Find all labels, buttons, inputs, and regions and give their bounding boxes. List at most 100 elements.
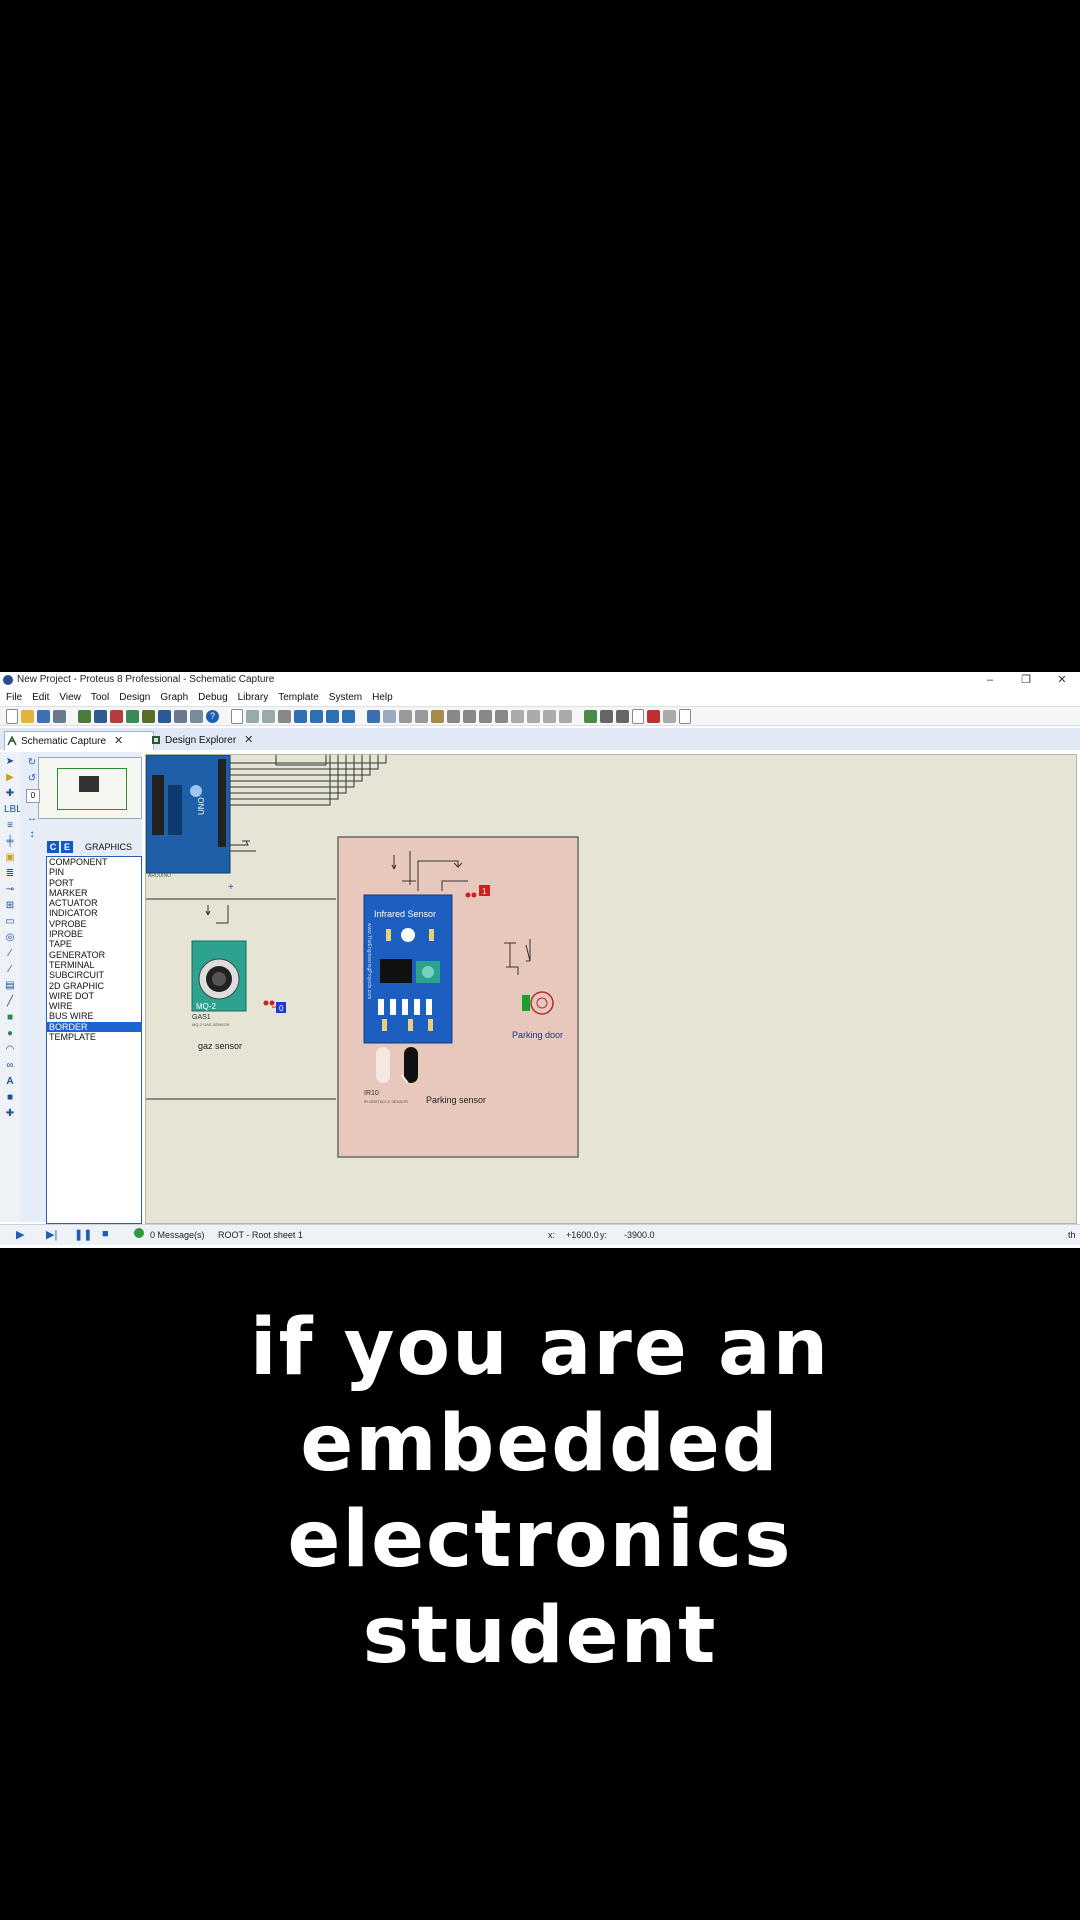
cut-icon[interactable] (399, 709, 412, 723)
menu-template[interactable]: Template (272, 692, 323, 703)
mirror-horizontal-icon[interactable]: ↔ (26, 813, 38, 825)
tab-design-explorer[interactable]: Design Explorer ✕ (149, 731, 275, 749)
property-tool-icon[interactable] (616, 709, 629, 723)
remove-sheet-icon[interactable] (647, 709, 660, 723)
notes-icon[interactable] (174, 709, 187, 723)
logic-probe-0[interactable]: 0 (263, 1000, 287, 1014)
maximize-button[interactable]: ❐ (1008, 672, 1044, 689)
path-icon[interactable]: ∞ (4, 1060, 16, 1072)
pick-device-icon[interactable] (511, 709, 524, 723)
pcb-icon[interactable] (110, 709, 123, 723)
rotate-ccw-icon[interactable]: ↺ (26, 773, 38, 785)
paste-icon[interactable] (431, 709, 444, 723)
make-device-icon[interactable] (527, 709, 540, 723)
rotation-angle-field[interactable]: 0 (26, 789, 40, 803)
terminals-icon[interactable]: ≣ (4, 868, 16, 880)
decompose-icon[interactable] (559, 709, 572, 723)
generator-icon[interactable]: ◎ (4, 932, 16, 944)
virtual-instruments-icon[interactable]: ▤ (4, 980, 16, 992)
menu-library[interactable]: Library (232, 692, 273, 703)
bom-icon[interactable] (158, 709, 171, 723)
stop-icon[interactable]: ■ (102, 1228, 109, 1240)
component-mode-icon[interactable]: ▶ (4, 772, 16, 784)
open-folder-icon[interactable] (21, 709, 34, 723)
pan-icon[interactable] (278, 709, 291, 723)
rotate-cw-icon[interactable]: ↻ (26, 757, 38, 769)
save-all-icon[interactable] (53, 709, 66, 723)
menu-edit[interactable]: Edit (26, 692, 53, 703)
list-item[interactable]: TEMPLATE (47, 1032, 141, 1042)
list-item[interactable]: BUS WIRE (47, 1011, 141, 1021)
menu-system[interactable]: System (323, 692, 366, 703)
close-tab-icon[interactable]: ✕ (244, 734, 253, 746)
list-item[interactable]: VPROBE (47, 919, 141, 929)
menu-debug[interactable]: Debug (192, 692, 231, 703)
packaging-icon[interactable] (543, 709, 556, 723)
close-button[interactable]: ✕ (1044, 672, 1080, 689)
gas-sensor-module[interactable]: MQ-2 GAS1 MQ-2 GAS SENSOR gaz sensor (191, 905, 247, 1051)
bus-icon[interactable]: ╪ (4, 836, 16, 848)
device-pins-icon[interactable]: ⊸ (4, 884, 16, 896)
menu-graph[interactable]: Graph (154, 692, 192, 703)
new-sheet-icon[interactable] (632, 708, 644, 724)
text-icon[interactable]: A (4, 1076, 16, 1088)
menu-design[interactable]: Design (113, 692, 154, 703)
junction-dot-icon[interactable]: ✚ (4, 788, 16, 800)
list-item[interactable]: MARKER (47, 888, 141, 898)
redo-icon[interactable] (383, 709, 396, 723)
list-item[interactable]: GENERATOR (47, 950, 141, 960)
arduino-board[interactable]: UNO ARDUINO (146, 755, 231, 879)
symbol-icon[interactable]: ■ (4, 1092, 16, 1104)
block-copy-icon[interactable] (447, 709, 460, 723)
save-icon[interactable] (37, 709, 50, 723)
list-item[interactable]: INDICATOR (47, 908, 141, 918)
wire-autorouter-icon[interactable] (584, 709, 597, 723)
block-delete-icon[interactable] (495, 709, 508, 723)
overview-window[interactable] (38, 757, 142, 819)
menu-help[interactable]: Help (366, 692, 397, 703)
list-item[interactable]: SUBCIRCUIT (47, 970, 141, 980)
close-tab-icon[interactable]: ✕ (114, 735, 123, 747)
schematic-canvas[interactable]: UNO ARDUINO + MQ-2 GAS1 MQ-2 GAS SENSOR … (145, 754, 1077, 1224)
zoom-all-icon[interactable] (326, 709, 339, 723)
list-item[interactable]: 2D GRAPHIC (47, 981, 141, 991)
menu-tool[interactable]: Tool (85, 692, 113, 703)
current-probe-icon[interactable]: ⁄ (4, 964, 16, 976)
grid-icon[interactable] (246, 709, 259, 723)
list-item[interactable]: IPROBE (47, 929, 141, 939)
arc-icon[interactable]: ◠ (4, 1044, 16, 1056)
play-icon[interactable]: ▶ (16, 1228, 24, 1241)
schematic-icon[interactable] (94, 709, 107, 723)
source-icon[interactable] (190, 709, 203, 723)
wire-label-icon[interactable]: LBL (4, 804, 22, 816)
list-item[interactable]: PIN (47, 867, 141, 877)
box-icon[interactable]: ■ (4, 1012, 16, 1024)
list-item[interactable]: TERMINAL (47, 960, 141, 970)
list-item[interactable]: WIRE (47, 1001, 141, 1011)
origin-icon[interactable] (262, 709, 275, 723)
list-item[interactable]: TAPE (47, 939, 141, 949)
minimize-button[interactable]: – (972, 672, 1008, 689)
list-item[interactable]: PORT (47, 878, 141, 888)
3d-icon[interactable] (126, 709, 139, 723)
selection-mode-icon[interactable]: ➤ (4, 756, 16, 768)
exit-to-parent-icon[interactable] (663, 709, 676, 723)
voltage-probe-icon[interactable]: ⁄ (4, 948, 16, 960)
line-icon[interactable]: ╱ (4, 996, 16, 1008)
search-icon[interactable] (600, 709, 613, 723)
block-rotate-icon[interactable] (479, 709, 492, 723)
gerber-icon[interactable] (142, 709, 155, 723)
graph-icon[interactable]: ⊞ (4, 900, 16, 912)
zoom-area-icon[interactable] (342, 709, 355, 723)
refresh-icon[interactable] (231, 708, 243, 724)
circle-icon[interactable]: ● (4, 1028, 16, 1040)
subcircuit-icon[interactable]: ▣ (4, 852, 16, 864)
list-item[interactable]: ACTUATOR (47, 898, 141, 908)
tape-recorder-icon[interactable]: ▭ (4, 916, 16, 928)
step-icon[interactable]: ▶| (46, 1228, 57, 1241)
copy-icon[interactable] (415, 709, 428, 723)
menu-file[interactable]: File (0, 692, 26, 703)
component-selector-button[interactable]: C (47, 841, 59, 853)
pause-icon[interactable]: ❚❚ (74, 1228, 92, 1241)
mirror-vertical-icon[interactable]: ↕ (26, 829, 38, 841)
